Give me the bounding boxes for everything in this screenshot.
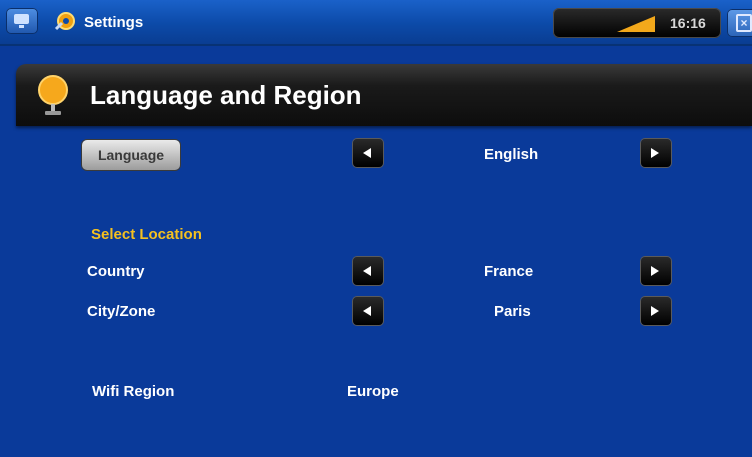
city-next-button[interactable]	[641, 297, 671, 325]
arrow-left-icon	[363, 266, 371, 276]
globe-icon	[38, 75, 68, 115]
country-next-button[interactable]	[641, 257, 671, 285]
city-label: City/Zone	[87, 303, 156, 320]
city-prev-button[interactable]	[353, 297, 383, 325]
arrow-right-icon	[651, 266, 659, 276]
top-bar: Settings 16:16 ×	[0, 0, 752, 46]
select-location-heading: Select Location	[91, 226, 202, 243]
city-value: Paris	[494, 303, 531, 320]
wifi-region-label: Wifi Region	[92, 383, 175, 400]
language-button[interactable]: Language	[82, 140, 180, 170]
country-prev-button[interactable]	[353, 257, 383, 285]
section-header: Language and Region	[16, 64, 752, 126]
arrow-left-icon	[363, 148, 371, 158]
home-icon	[14, 14, 29, 28]
country-value: France	[484, 263, 534, 280]
settings-icon	[54, 12, 75, 31]
language-value: English	[484, 146, 539, 163]
signal-icon	[617, 16, 655, 32]
arrow-right-icon	[651, 148, 659, 158]
page-title: Language and Region	[90, 80, 362, 110]
status-indicator: 16:16	[553, 8, 721, 38]
language-prev-button[interactable]	[353, 139, 383, 167]
home-button[interactable]	[6, 8, 38, 34]
language-next-button[interactable]	[641, 139, 671, 167]
wifi-region-value: Europe	[347, 383, 399, 400]
arrow-right-icon	[651, 306, 659, 316]
app-title: Settings	[84, 14, 144, 31]
close-icon: ×	[736, 14, 752, 32]
country-label: Country	[87, 263, 145, 280]
arrow-left-icon	[363, 306, 371, 316]
clock: 16:16	[670, 15, 706, 31]
close-button[interactable]: ×	[727, 9, 752, 37]
